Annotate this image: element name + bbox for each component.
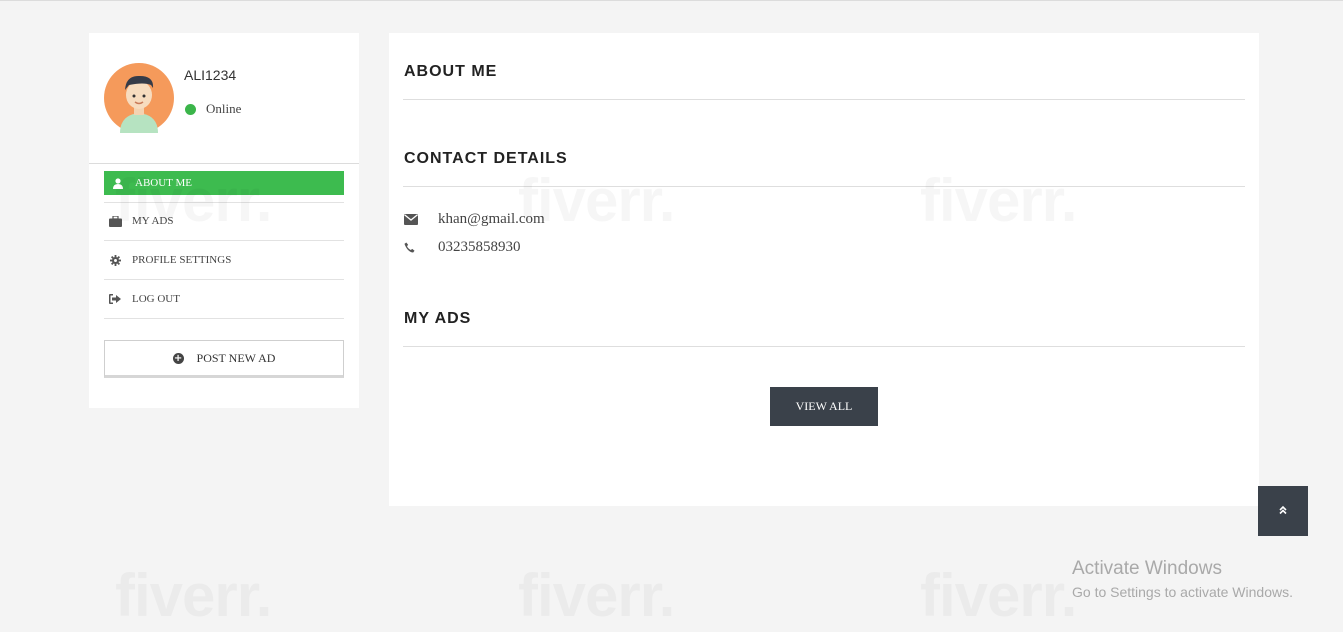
status-label: Online	[206, 101, 242, 116]
phone-icon	[404, 242, 418, 253]
about-me-heading: ABOUT ME	[404, 63, 498, 80]
plus-circle-icon: +	[172, 352, 184, 364]
email-value: khan@gmail.com	[438, 211, 545, 227]
my-ads-heading: MY ADS	[404, 310, 472, 327]
online-status: Online	[185, 101, 241, 117]
envelope-icon	[404, 214, 418, 225]
sidebar-item-my-ads[interactable]: MY ADS	[104, 202, 344, 241]
contact-details-heading: CONTACT DETAILS	[404, 150, 568, 167]
sidebar-item-label: MY ADS	[132, 215, 174, 227]
post-new-ad-label: POST NEW AD	[196, 350, 276, 365]
avatar	[104, 63, 174, 133]
activate-windows-subtitle: Go to Settings to activate Windows.	[1072, 584, 1293, 600]
divider	[89, 163, 359, 164]
sidebar-item-log-out[interactable]: LOG OUT	[104, 280, 344, 319]
contact-phone: 03235858930	[404, 239, 521, 256]
post-new-ad-button[interactable]: + POST NEW AD	[104, 340, 344, 378]
profile-sidebar: ALI1234 Online ABOUT ME MY ADS PROFILE S…	[89, 33, 359, 408]
gear-icon	[104, 254, 126, 266]
sidebar-item-profile-settings[interactable]: PROFILE SETTINGS	[104, 241, 344, 280]
contact-email: khan@gmail.com	[404, 211, 545, 228]
user-icon	[107, 177, 129, 189]
divider	[403, 346, 1245, 347]
sidebar-item-label: LOG OUT	[132, 293, 180, 305]
sidebar-item-label: PROFILE SETTINGS	[132, 254, 232, 266]
watermark: fiverr.	[115, 561, 271, 630]
watermark: fiverr.	[518, 561, 674, 630]
profile-main: ABOUT ME CONTACT DETAILS khan@gmail.com …	[389, 33, 1259, 506]
phone-value: 03235858930	[438, 239, 521, 255]
online-dot-icon	[185, 103, 196, 115]
briefcase-icon	[104, 215, 126, 227]
divider	[403, 99, 1245, 100]
sign-out-icon	[104, 294, 126, 304]
view-all-button[interactable]: VIEW ALL	[770, 387, 878, 426]
divider	[403, 186, 1245, 187]
double-chevron-up-icon	[1278, 502, 1288, 520]
sidebar-nav: ABOUT ME MY ADS PROFILE SETTINGS LOG OUT	[104, 171, 344, 319]
watermark: fiverr.	[920, 561, 1076, 630]
scroll-to-top-button[interactable]	[1258, 486, 1308, 536]
sidebar-item-about-me[interactable]: ABOUT ME	[104, 171, 344, 203]
sidebar-item-label: ABOUT ME	[135, 177, 192, 189]
username: ALI1234	[184, 67, 237, 83]
activate-windows-title: Activate Windows	[1072, 558, 1222, 579]
